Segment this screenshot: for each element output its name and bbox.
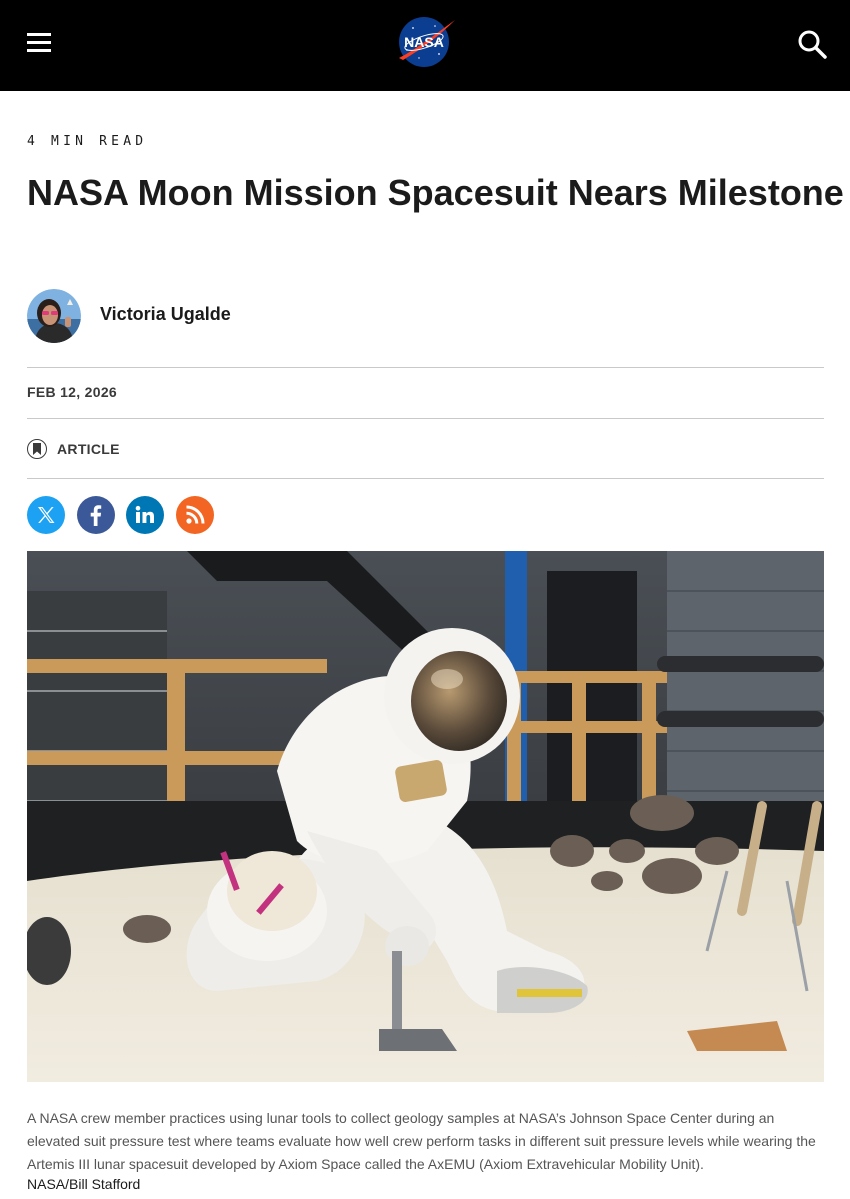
- share-x-button[interactable]: [27, 496, 65, 534]
- article-type-label: ARTICLE: [57, 441, 120, 457]
- linkedin-icon: [135, 505, 154, 523]
- author-avatar[interactable]: [27, 289, 81, 343]
- share-rss-button[interactable]: [176, 496, 214, 534]
- image-credit: NASA/Bill Stafford: [27, 1176, 141, 1192]
- author-name[interactable]: Victoria Ugalde: [100, 304, 231, 325]
- read-time: 4 MIN READ: [27, 134, 148, 149]
- rss-icon: [186, 505, 205, 524]
- article-title: NASA Moon Mission Spacesuit Nears Milest…: [27, 172, 844, 213]
- nasa-logo-text: NASA: [404, 34, 444, 50]
- article-type[interactable]: ARTICLE: [27, 437, 120, 461]
- nasa-logo[interactable]: NASA: [393, 14, 457, 70]
- search-icon[interactable]: [797, 29, 827, 59]
- share-linkedin-button[interactable]: [126, 496, 164, 534]
- divider: [27, 367, 824, 368]
- x-twitter-icon: [38, 507, 55, 523]
- divider: [27, 478, 824, 479]
- bookmark-icon: [27, 439, 47, 459]
- publish-date: FEB 12, 2026: [27, 384, 117, 400]
- hamburger-menu-icon[interactable]: [27, 31, 51, 53]
- top-nav-bar: NASA: [0, 0, 850, 91]
- share-facebook-button[interactable]: [77, 496, 115, 534]
- image-caption: A NASA crew member practices using lunar…: [27, 1110, 816, 1172]
- facebook-icon: [90, 505, 102, 526]
- divider: [27, 418, 824, 419]
- article-hero-image[interactable]: [27, 551, 824, 1082]
